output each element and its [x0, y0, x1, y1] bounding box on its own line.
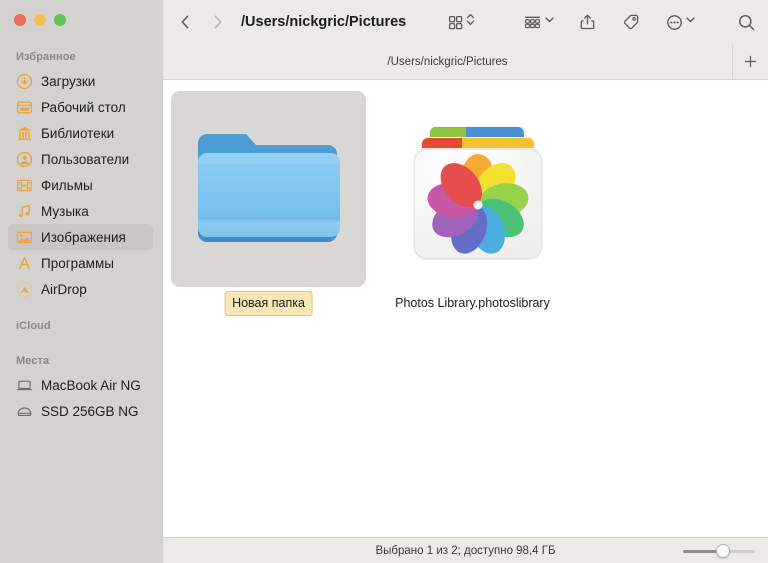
applications-icon	[16, 255, 33, 272]
sidebar-item-applications[interactable]: Программы	[8, 250, 153, 276]
new-tab-button[interactable]	[732, 43, 768, 80]
tag-button[interactable]	[622, 9, 640, 35]
sidebar-item-label: Фильмы	[41, 177, 93, 193]
up-down-chevron-icon	[466, 11, 475, 33]
photo-icon	[16, 229, 33, 246]
file-name-label: Photos Library.photoslibrary	[395, 296, 550, 310]
sidebar-item-users[interactable]: Пользователи	[8, 146, 153, 172]
sidebar-item-label: Библиотеки	[41, 125, 115, 141]
sidebar-item-label: Пользователи	[41, 151, 130, 167]
sidebar-item-label: Рабочий стол	[41, 99, 126, 115]
share-button[interactable]	[579, 9, 596, 35]
sidebar-item-airdrop[interactable]: AirDrop	[8, 276, 153, 302]
tab-label: /Users/nickgric/Pictures	[387, 55, 508, 68]
status-bar: Выбрано 1 из 2; доступно 98,4 ГБ	[163, 537, 768, 563]
chevron-down-icon	[685, 11, 696, 33]
minimize-button[interactable]	[34, 14, 46, 26]
sidebar-item-label: MacBook Air NG	[41, 377, 141, 393]
airdrop-icon	[16, 281, 33, 298]
photos-library-icon	[385, 100, 570, 290]
sidebar-item-music[interactable]: Музыка	[8, 198, 153, 224]
slider-knob[interactable]	[716, 543, 731, 558]
chevron-left-icon	[181, 15, 188, 29]
forward-button[interactable]	[204, 9, 230, 35]
group-by-icon	[525, 16, 541, 28]
sidebar-item-desktop[interactable]: Рабочий стол	[8, 94, 153, 120]
desktop-icon	[16, 99, 33, 116]
page-title: /Users/nickgric/Pictures	[241, 14, 407, 30]
sidebar-item-label: SSD 256GB NG	[41, 403, 139, 419]
status-text: Выбрано 1 из 2; доступно 98,4 ГБ	[375, 544, 556, 557]
sidebar-item-pictures[interactable]: Изображения	[8, 224, 153, 250]
tag-icon	[624, 14, 639, 30]
library-bank-icon	[16, 125, 33, 142]
back-button[interactable]	[172, 9, 198, 35]
chevron-down-icon	[544, 11, 555, 33]
sidebar-section-header-favorites: Избранное	[16, 51, 76, 63]
laptop-icon	[16, 377, 33, 394]
rename-input[interactable]: Новая папка	[224, 291, 313, 316]
sidebar-item-libraries[interactable]: Библиотеки	[8, 120, 153, 146]
toolbar: /Users/nickgric/Pictures	[163, 0, 768, 44]
film-icon	[16, 177, 33, 194]
maximize-button[interactable]	[54, 14, 66, 26]
disk-icon	[16, 403, 33, 420]
window-controls	[14, 14, 66, 26]
sidebar-section-header-places: Места	[16, 355, 50, 367]
view-mode-button[interactable]	[447, 9, 475, 35]
sidebar-item-movies[interactable]: Фильмы	[8, 172, 153, 198]
share-icon	[580, 14, 595, 30]
sidebar-list: Избранное Загрузки Рабочий стол Библиоте…	[0, 45, 163, 424]
search-button[interactable]	[737, 9, 756, 35]
sidebar-item-downloads[interactable]: Загрузки	[8, 68, 153, 94]
search-icon	[739, 14, 755, 30]
close-button[interactable]	[14, 14, 26, 26]
group-by-button[interactable]	[523, 9, 555, 35]
blue-folder-icon	[171, 91, 366, 287]
sidebar-item-label: Изображения	[41, 229, 126, 245]
sidebar-item-label: AirDrop	[41, 281, 87, 297]
sidebar-item-label: Загрузки	[41, 73, 96, 89]
chevron-right-icon	[214, 15, 221, 29]
file-item-photos-library[interactable]: Photos Library.photoslibrary	[385, 100, 570, 310]
file-name-label: Новая папка	[232, 296, 305, 310]
grid-view-icon	[449, 15, 463, 29]
file-grid: Новая папка Photos Library.photoslibrary	[163, 80, 768, 537]
music-note-icon	[16, 203, 33, 220]
sidebar-item-label: Музыка	[41, 203, 89, 219]
sidebar-item-ssd[interactable]: SSD 256GB NG	[8, 398, 153, 424]
download-circle-icon	[16, 73, 33, 90]
icon-size-slider[interactable]	[683, 543, 755, 558]
more-actions-button[interactable]	[666, 9, 696, 35]
ellipsis-circle-icon	[667, 14, 683, 30]
user-circle-icon	[16, 151, 33, 168]
sidebar-item-macbook-air[interactable]: MacBook Air NG	[8, 372, 153, 398]
sidebar-section-header-icloud: iCloud	[16, 320, 51, 332]
sidebar: Избранное Загрузки Рабочий стол Библиоте…	[0, 0, 163, 563]
plus-icon	[744, 55, 757, 68]
tab-bar: /Users/nickgric/Pictures	[163, 43, 768, 80]
finder-window: Избранное Загрузки Рабочий стол Библиоте…	[0, 0, 768, 563]
sidebar-item-label: Программы	[41, 255, 114, 271]
tab-pictures[interactable]: /Users/nickgric/Pictures	[163, 44, 732, 80]
